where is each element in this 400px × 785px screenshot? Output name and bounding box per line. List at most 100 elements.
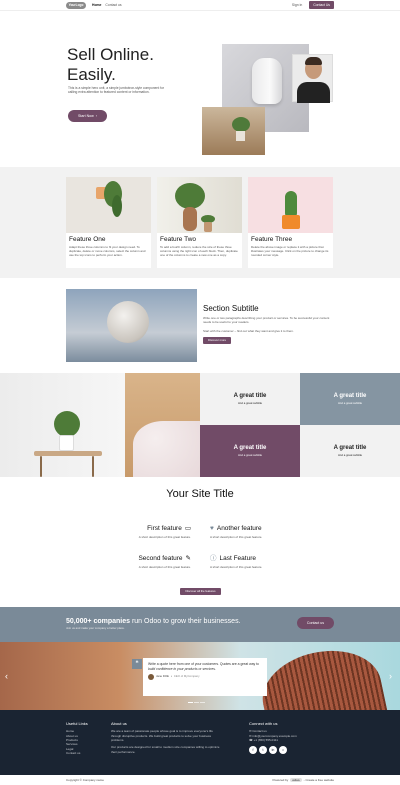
testimonial-carousel: ‹ › ❝ Write a quote here from one of you… (0, 642, 400, 710)
about-column: About us We are a team of passionate peo… (111, 721, 223, 754)
home-icon[interactable]: ⌂ (279, 746, 287, 755)
tile-3-title: A great title (233, 445, 267, 452)
paint-brush-icon: ✎ (185, 555, 191, 562)
tile-1-title: A great title (233, 393, 267, 400)
footer-link-contact[interactable]: Contact us (66, 751, 106, 755)
hero-title: Sell Online. Easily. (67, 45, 197, 86)
connect-phone[interactable]: ☎ +1 (650) 555-0111 (249, 738, 339, 742)
bed-pillow-image (125, 373, 208, 479)
image-tile-grid: A great title And a great subtitle A gre… (0, 373, 400, 479)
social-links: f t in ⌂ (249, 746, 339, 755)
copyright-text: Copyright © Company name (66, 777, 104, 782)
features-section: Feature One Adapt these three columns to… (0, 167, 400, 278)
text-image-section: Section Subtitle Write one or two paragr… (0, 278, 400, 373)
powered-by-label: Powered by (272, 777, 289, 782)
banner-contact-button[interactable]: Contact us (297, 617, 334, 629)
plant-image (202, 107, 265, 155)
carousel-dot-2[interactable] (194, 702, 199, 703)
hero-text: This is a simple hero unit, a simple jum… (68, 86, 165, 95)
feature-card-2: Feature Two To add a fourth column, redu… (157, 177, 242, 268)
arrow-right-icon: › (95, 113, 97, 118)
second-feature-title: Second feature (138, 555, 183, 562)
create-website-link[interactable]: - Create a free website (304, 778, 334, 782)
first-feature: First feature ▭ A short description of th… (121, 525, 191, 539)
company-logo[interactable]: YourLogo (66, 1, 86, 9)
another-feature: ♥ Another feature A short description of … (210, 525, 280, 539)
cactus-image (248, 177, 333, 233)
cta-banner: 50,000+ companies run Odoo to grow their… (0, 607, 400, 642)
last-feature-title: Last Feature (219, 555, 257, 562)
site-features-section: Your Site Title First feature ▭ A short d… (0, 477, 400, 607)
plant-stool-image (0, 373, 125, 477)
tile-3: A great title And a great subtitle (200, 425, 300, 477)
carousel-dot-3[interactable] (200, 702, 205, 703)
tile-2: A great title And a great subtitle (300, 373, 400, 425)
banner-title-rest: run Odoo to grow their businesses. (130, 618, 241, 625)
sign-in-link[interactable]: Sign in (292, 3, 302, 8)
section-subtitle: Section Subtitle (203, 304, 259, 313)
person-image (292, 54, 333, 103)
tile-3-subtitle: And a great subtitle (237, 453, 263, 458)
discover-all-features-button[interactable]: Discover all the features (180, 588, 221, 595)
carousel-dot-1[interactable] (188, 702, 193, 703)
tile-1: A great title And a great subtitle (200, 373, 300, 425)
about-title: About us (111, 721, 127, 726)
testimonial-author: Jane DOE • CEO of MyCompany (148, 674, 262, 681)
second-feature-desc: A short description of this great featur… (138, 564, 191, 569)
second-feature: Second feature ✎ A short description of t… (121, 555, 191, 569)
hero-title-line2: Easily. (67, 65, 116, 85)
first-feature-desc: A short description of this great featur… (138, 534, 191, 539)
potted-plant-image (157, 177, 242, 233)
hanging-plant-image (66, 177, 151, 233)
banner-title-bold: 50,000+ companies (66, 618, 131, 625)
building-image (254, 642, 390, 710)
main-nav: Home Contact us (92, 3, 122, 8)
feature-three-title: Feature Three (251, 236, 293, 243)
last-feature: ⓘ Last Feature A short description of thi… (210, 555, 280, 569)
testimonial-quote: Write a quote here from one of your cust… (148, 662, 262, 671)
twitter-icon[interactable]: t (259, 746, 267, 755)
tile-2-subtitle: And a great subtitle (337, 401, 363, 406)
footer: Useful Links Home About us Products Serv… (0, 710, 400, 785)
feature-three-text: Delete the above image or replace it wit… (251, 244, 329, 257)
quote-icon: ❝ (132, 659, 142, 669)
feature-card-1: Feature One Adapt these three columns to… (66, 177, 151, 268)
nav-home[interactable]: Home (92, 3, 101, 8)
connect-column: Connect with us ✉ Contact us ✉ info@your… (249, 721, 339, 755)
carousel-next-icon[interactable]: › (389, 670, 392, 682)
contact-us-button[interactable]: Contact Us (309, 1, 334, 9)
tile-4-title: A great title (333, 445, 367, 452)
another-feature-title: Another feature (216, 525, 262, 532)
carousel-prev-icon[interactable]: ‹ (5, 670, 8, 682)
last-feature-desc: A short description of this great featur… (210, 564, 263, 569)
copyright-bar: Copyright © Company name Powered by odoo… (0, 775, 400, 785)
section-text: Write one or two paragraphs describing y… (203, 316, 330, 325)
start-now-button[interactable]: Start Now › (68, 110, 107, 122)
feature-two-title: Feature Two (160, 236, 197, 243)
author-avatar (148, 674, 154, 681)
quote-text: Write a quote here from one of your cust… (148, 662, 259, 666)
odoo-brand-link[interactable]: odoo (290, 777, 302, 783)
discover-more-button[interactable]: Discover more (203, 337, 231, 344)
linkedin-icon[interactable]: in (269, 746, 277, 755)
nav-contact-us[interactable]: Contact us (105, 3, 121, 8)
useful-links-column: Useful Links Home About us Products Serv… (66, 721, 106, 755)
start-now-label: Start Now (78, 113, 94, 118)
testimonial-card: Write a quote here from one of your cust… (143, 658, 267, 696)
hero-title-line1: Sell Online. (67, 45, 154, 64)
author-role: CEO of MyCompany (173, 674, 200, 679)
separator: • (170, 674, 172, 679)
info-icon: ⓘ (210, 555, 217, 562)
section-text-secondary: Start with the customer – find out what … (203, 329, 294, 333)
feature-card-3: Feature Three Delete the above image or … (248, 177, 333, 268)
tile-1-subtitle: And a great subtitle (237, 401, 263, 406)
tile-2-title: A great title (333, 393, 367, 400)
quote-emphasis: build confidence in your products or ser… (148, 666, 216, 671)
desktop-icon: ▭ (184, 525, 191, 532)
connect-title: Connect with us (249, 721, 278, 726)
facebook-icon[interactable]: f (249, 746, 257, 755)
author-name: Jane DOE (156, 674, 169, 679)
heart-icon: ♥ (210, 525, 214, 532)
about-text-secondary: Our products are designed for small to m… (111, 745, 220, 754)
smart-speaker-image (66, 289, 197, 362)
